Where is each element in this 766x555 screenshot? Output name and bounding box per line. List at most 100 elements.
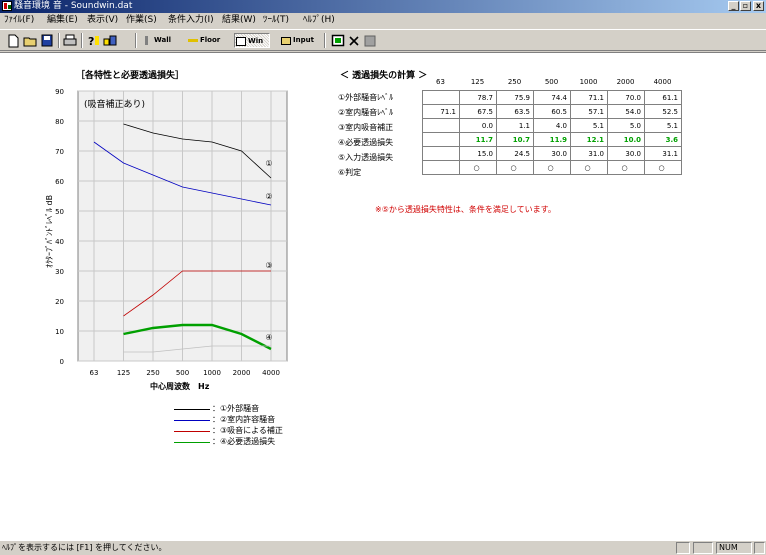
table-cell: 31.0: [570, 146, 608, 161]
open-folder-icon[interactable]: [23, 33, 37, 48]
table-row: 78.7 75.9 74.4 71.1 70.0 61.1: [422, 90, 682, 105]
x-tick-label: 63: [90, 369, 99, 377]
table-row: 11.7 10.7 11.9 12.1 10.0 3.6: [422, 132, 682, 147]
menu-help[interactable]: ﾍﾙﾌﾟ(H): [303, 14, 335, 26]
table-cell: 3.6: [644, 132, 682, 147]
delete-icon[interactable]: [347, 33, 361, 48]
y-tick-label: 40: [55, 238, 64, 246]
table-cell: 10.7: [496, 132, 534, 147]
y-tick-label: 20: [55, 298, 64, 306]
wall-icon: [145, 36, 148, 45]
application-window: 騒音環境 音 - Soundwin.dat _ ▫ x ﾌｧｲﾙ(F) 編集(E…: [0, 0, 766, 555]
column-header: 63: [436, 78, 445, 86]
floor-button[interactable]: Floor: [187, 33, 220, 48]
folder-icon: [281, 37, 291, 45]
table-cell: ○: [496, 160, 534, 175]
table-row: 71.1 67.5 63.5 60.5 57.1 54.0 52.5: [422, 104, 682, 119]
table-cell: ○: [570, 160, 608, 175]
help-icon[interactable]: ?: [86, 33, 100, 48]
toolbar: ? Wall Floor Win Input: [0, 29, 766, 51]
menu-input[interactable]: 条件入力(I): [168, 14, 214, 26]
print-icon[interactable]: [63, 33, 77, 48]
curve-label: ①: [265, 159, 272, 168]
legend-swatch: [174, 409, 210, 410]
table-cell: 75.9: [496, 90, 534, 105]
table-row: 0.0 1.1 4.0 5.1 5.0 5.1: [422, 118, 682, 133]
table-cell: 67.5: [459, 104, 497, 119]
table-cell: 24.5: [496, 146, 534, 161]
select-frame-icon[interactable]: [331, 33, 345, 48]
toolbar-separator: [324, 33, 326, 48]
x-tick-label: 250: [146, 369, 159, 377]
column-header: 125: [470, 78, 485, 86]
calc-icon[interactable]: [103, 33, 117, 48]
y-tick-label: 90: [55, 88, 64, 96]
input-label: Input: [293, 36, 314, 44]
status-pane: [754, 542, 765, 554]
column-header: 2000: [616, 78, 635, 86]
table-cell: 5.0: [607, 118, 645, 133]
minimize-button[interactable]: _: [728, 1, 739, 11]
clipboard-icon[interactable]: [363, 33, 377, 48]
menu-work[interactable]: 作業(S): [126, 14, 157, 26]
table-cell: 70.0: [607, 90, 645, 105]
row-label: ⑤入力透過損失: [338, 153, 394, 162]
menu-edit[interactable]: 編集(E): [47, 14, 78, 26]
table-cell: ○: [644, 160, 682, 175]
table-cell: 4.0: [533, 118, 571, 133]
toolbar-separator: [58, 33, 60, 48]
table-row: 15.0 24.5 30.0 31.0 30.0 31.1: [422, 146, 682, 161]
table-cell: 78.7: [459, 90, 497, 105]
title-bar[interactable]: 騒音環境 音 - Soundwin.dat _ ▫ x: [0, 0, 766, 13]
x-tick-label: 1000: [203, 369, 221, 377]
close-button[interactable]: x: [753, 1, 764, 11]
app-icon[interactable]: [2, 1, 12, 11]
new-file-icon[interactable]: [6, 33, 20, 48]
menu-result[interactable]: 結果(W): [222, 14, 256, 26]
win-label: Win: [248, 37, 264, 45]
menu-tools[interactable]: ﾂｰﾙ(T): [263, 14, 289, 26]
main-view: ［各特性と必要透過損失］ 0 10 20 30 40 50 60 70 80 90 63 125 250…: [0, 52, 766, 541]
table-cell: 11.9: [533, 132, 571, 147]
legend-label: ：③吸音による補正: [212, 426, 283, 435]
curve-label: ④: [265, 333, 272, 342]
win-button[interactable]: Win: [234, 33, 270, 48]
menu-view[interactable]: 表示(V): [87, 14, 118, 26]
floor-icon: [188, 39, 198, 42]
y-tick-label: 60: [55, 178, 64, 186]
input-button[interactable]: Input: [280, 33, 314, 48]
table-cell: 5.1: [644, 118, 682, 133]
table-cell: 52.5: [644, 104, 682, 119]
results-title: ＜ 透過損失の計算 ＞: [340, 71, 428, 81]
table-cell: 71.1: [422, 104, 460, 119]
x-tick-label: 500: [176, 369, 189, 377]
table-cell: 0.0: [459, 118, 497, 133]
legend-swatch: [174, 420, 210, 421]
column-header: 500: [544, 78, 559, 86]
table-cell: 5.1: [570, 118, 608, 133]
legend-label: ：②室内許容騒音: [212, 415, 276, 424]
maximize-button[interactable]: ▫: [740, 1, 751, 11]
table-cell: [422, 160, 460, 175]
wall-label: Wall: [154, 36, 171, 44]
table-cell: ○: [607, 160, 645, 175]
save-icon[interactable]: [40, 33, 54, 48]
legend-swatch: [174, 431, 210, 432]
svg-text:?: ?: [88, 35, 94, 48]
legend-swatch: [174, 442, 210, 443]
table-cell: 15.0: [459, 146, 497, 161]
y-tick-label: 30: [55, 268, 64, 276]
table-cell: 30.0: [607, 146, 645, 161]
row-label: ②室内騒音ﾚﾍﾞﾙ: [338, 108, 394, 117]
status-pane: [676, 542, 690, 554]
table-cell: 57.1: [570, 104, 608, 119]
result-note: ※⑤から透過損失特性は、条件を満足しています。: [375, 205, 556, 214]
wall-button[interactable]: Wall: [141, 33, 171, 48]
table-cell: 12.1: [570, 132, 608, 147]
menu-file[interactable]: ﾌｧｲﾙ(F): [4, 14, 34, 26]
table-cell: [422, 132, 460, 147]
y-tick-label: 50: [55, 208, 64, 216]
x-tick-label: 4000: [262, 369, 280, 377]
table-cell: [422, 90, 460, 105]
x-tick-label: 2000: [233, 369, 251, 377]
